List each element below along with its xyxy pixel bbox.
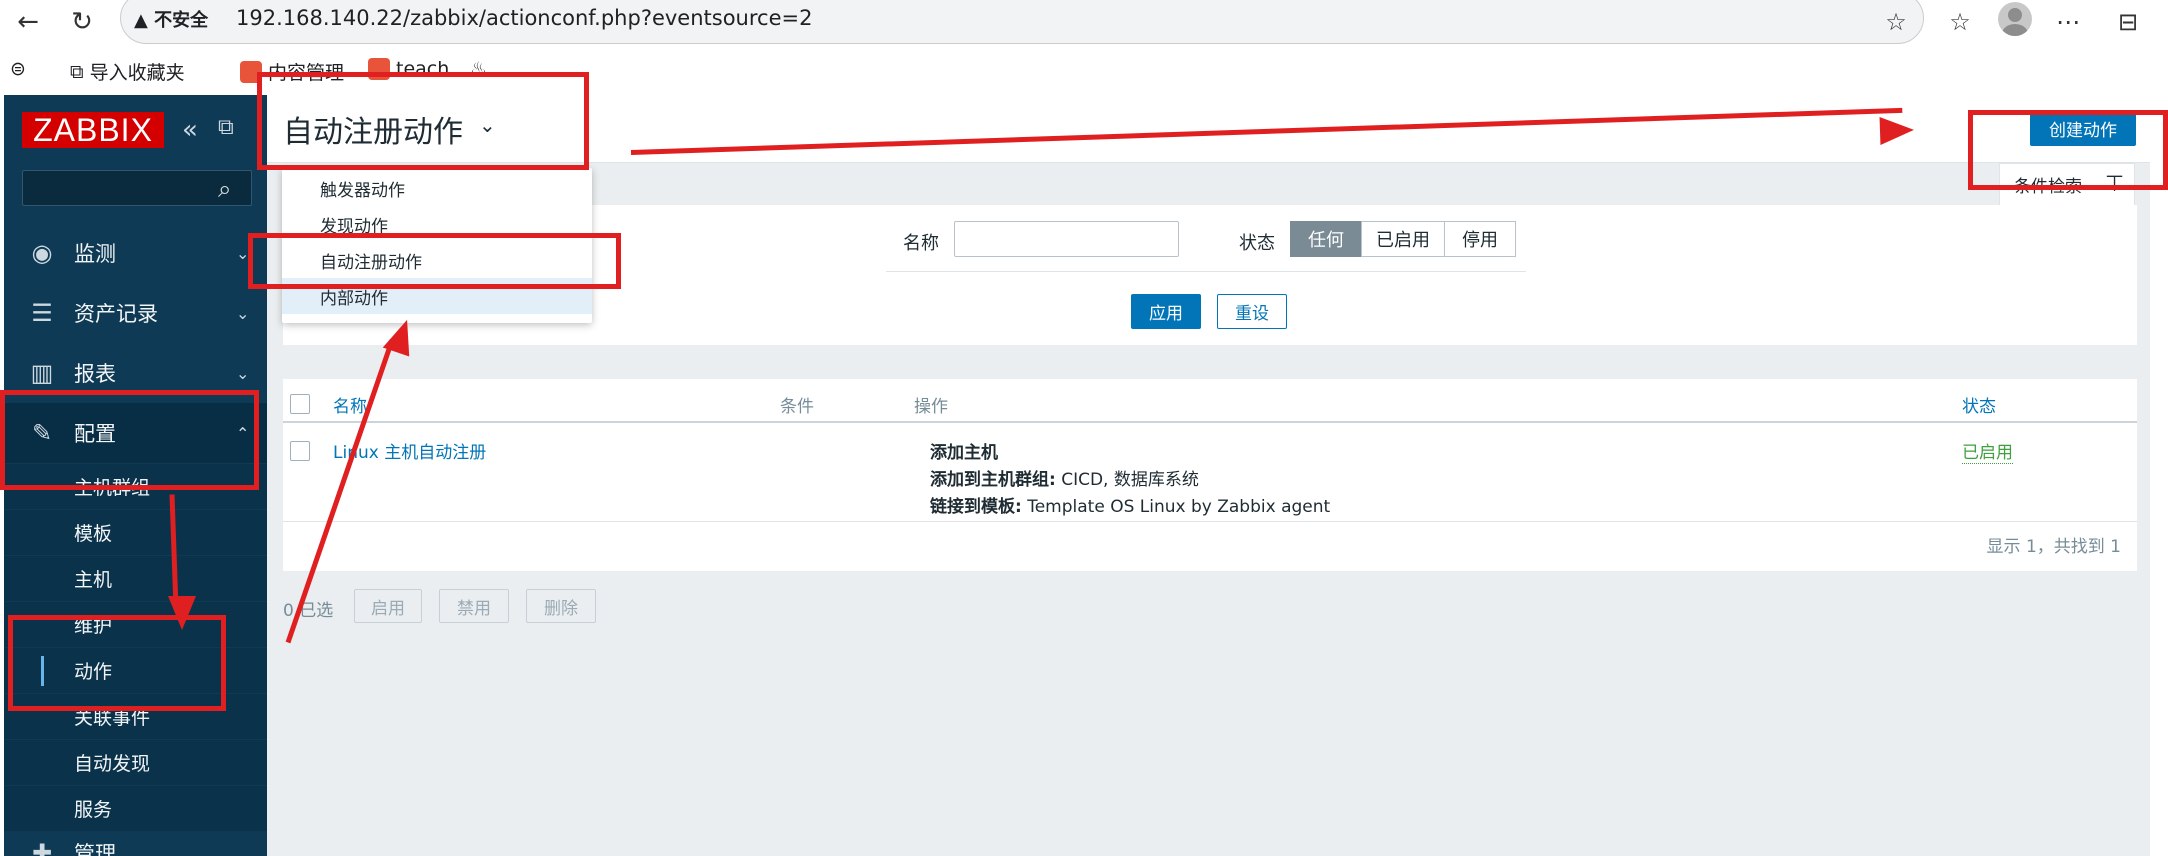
annotation-box-title	[257, 72, 589, 170]
reload-icon[interactable]: ↻	[64, 4, 100, 40]
paging-info: 显示 1，共找到 1	[1986, 537, 2121, 557]
menu-inventory[interactable]: ☰ 资产记录 ⌄	[4, 283, 267, 343]
annotation-box-create	[1968, 110, 2168, 190]
status-enabled-link[interactable]: 已启用	[1962, 438, 2013, 464]
header-divider	[283, 421, 2137, 423]
security-warning[interactable]: ▲ 不安全	[134, 6, 208, 32]
dropdown-trigger-actions[interactable]: 触发器动作	[282, 170, 592, 206]
apply-button[interactable]: 应用	[1131, 294, 1201, 329]
annotation-arrowhead	[1879, 115, 1915, 145]
selected-count: 0 已选	[283, 601, 334, 621]
kiosk-icon[interactable]: ⧉	[218, 115, 234, 140]
column-name[interactable]: 名称	[333, 392, 367, 417]
star-icon[interactable]: ☆	[1878, 4, 1914, 40]
operation-link-template: 链接到模板: Template OS Linux by Zabbix agent	[930, 497, 1331, 517]
eye-icon: ◉	[31, 239, 53, 267]
submenu-hosts[interactable]: 主机	[4, 555, 267, 601]
url-text[interactable]: 192.168.140.22/zabbix/actionconf.php?eve…	[236, 6, 812, 30]
collapse-icon[interactable]: «	[182, 115, 198, 145]
status-label: 状态	[1239, 233, 1275, 254]
mass-enable-button[interactable]: 启用	[354, 589, 422, 623]
submenu-services[interactable]: 服务	[4, 785, 267, 831]
folder-icon: ⧉	[70, 60, 84, 83]
favorites-icon[interactable]: ☆	[1942, 4, 1978, 40]
column-status[interactable]: 状态	[1962, 392, 1996, 417]
column-conditions: 条件	[780, 397, 814, 417]
profile-avatar[interactable]	[1998, 2, 2032, 36]
search-icon[interactable]: ⌕	[218, 175, 231, 203]
clipped-window-edge	[2150, 95, 2168, 856]
menu-administration[interactable]: ✚ 管理	[4, 833, 267, 856]
operation-add-group: 添加到主机群组: CICD, 数据库系统	[930, 470, 1199, 490]
bar-chart-icon: ▥	[30, 359, 54, 387]
admin-icon: ✚	[31, 839, 53, 856]
status-enabled-option[interactable]: 已启用	[1361, 221, 1445, 257]
reading-icon[interactable]: ⊜	[10, 58, 26, 80]
submenu-discovery[interactable]: 自动发现	[4, 739, 267, 785]
browser-toolbar: ← ↻ ▲ 不安全 192.168.140.22/zabbix/actionco…	[0, 0, 2168, 44]
annotation-box-dropdown-item	[248, 233, 621, 289]
row-divider	[283, 521, 2137, 522]
actions-table: 名称 条件 操作 状态 Linux 主机自动注册 添加主机 添加到主机群组: C…	[283, 379, 2137, 571]
submenu-templates[interactable]: 模板	[4, 509, 267, 555]
annotation-arrowhead	[168, 596, 196, 630]
chevron-down-icon: ⌄	[236, 303, 250, 323]
more-icon[interactable]: ⋯	[2050, 4, 2086, 40]
status-disabled-option[interactable]: 停用	[1444, 221, 1516, 257]
chevron-down-icon: ⌄	[236, 363, 250, 383]
column-operations: 操作	[914, 397, 948, 417]
reset-button[interactable]: 重设	[1217, 294, 1287, 329]
menu-monitoring[interactable]: ◉ 监测 ⌄	[4, 223, 267, 283]
select-all-checkbox[interactable]	[290, 394, 310, 414]
mass-delete-button[interactable]: 删除	[526, 589, 596, 623]
row-checkbox[interactable]	[290, 441, 310, 461]
sidebar-toggle-icon[interactable]: ⊟	[2110, 4, 2146, 40]
filter-divider	[886, 271, 1526, 272]
annotation-box-config	[0, 390, 259, 490]
bookmark-import[interactable]: ⧉ 导入收藏夹	[70, 58, 185, 85]
security-label: 不安全	[154, 10, 209, 31]
name-label: 名称	[903, 233, 939, 254]
name-filter-input[interactable]	[954, 221, 1179, 257]
zabbix-logo[interactable]: ZABBIX	[22, 112, 164, 148]
operation-add-host: 添加主机	[930, 443, 998, 463]
status-any-option[interactable]: 任何	[1290, 221, 1362, 257]
list-icon: ☰	[31, 299, 53, 327]
mass-disable-button[interactable]: 禁用	[439, 589, 509, 623]
back-icon[interactable]: ←	[10, 4, 46, 40]
